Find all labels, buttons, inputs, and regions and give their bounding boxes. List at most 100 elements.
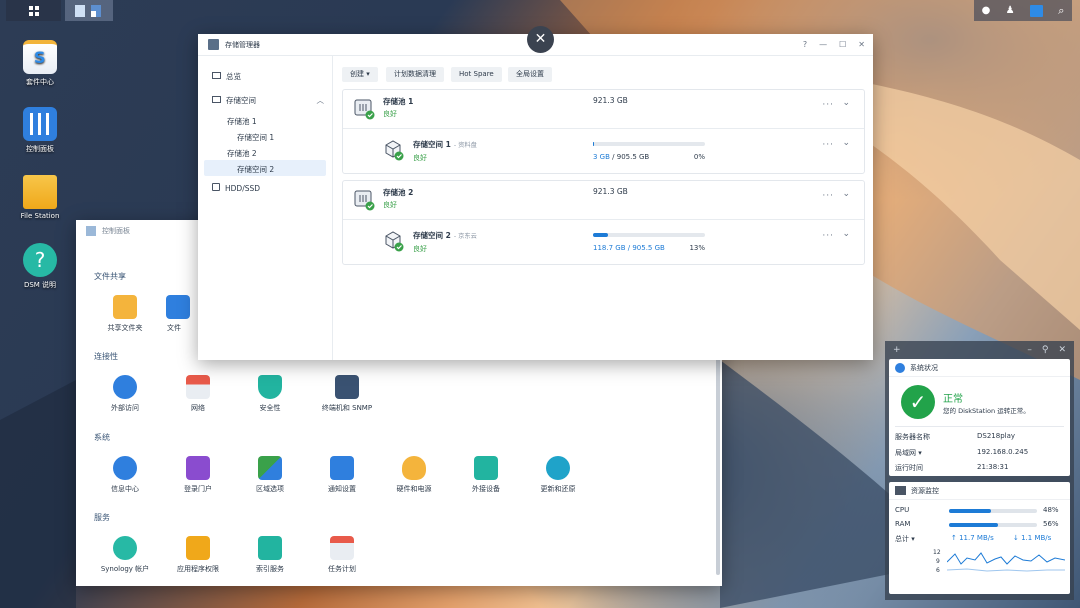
cp-item-shared-folder[interactable]: 共享文件夹 <box>90 295 160 333</box>
window-title: 控制面板 <box>102 227 130 235</box>
item-label: 信息中心 <box>111 485 139 493</box>
close-floating-button[interactable]: ✕ <box>527 26 554 53</box>
sidebar-item-hdd-ssd[interactable]: HDD/SSD <box>212 183 260 193</box>
scrollbar[interactable] <box>716 355 720 575</box>
network-total-label[interactable]: 总计 ▾ <box>895 534 915 544</box>
message-icon[interactable]: ● <box>982 5 991 16</box>
y-tick: 9 <box>936 558 940 565</box>
sidebar-label: HDD/SSD <box>225 184 261 193</box>
used: 3 GB <box>593 153 610 161</box>
close-window-button[interactable]: ✕ <box>858 40 865 49</box>
section-title-connectivity: 连接性 <box>94 352 118 361</box>
help-button[interactable]: ? <box>803 40 807 49</box>
cp-item-hardware-power[interactable]: 硬件和电源 <box>379 456 449 494</box>
desktop-icon-file-station[interactable]: File Station <box>5 175 75 220</box>
global-settings-button[interactable]: 全局设置 <box>508 67 552 82</box>
volume-row[interactable]: 存储空间 2- 京东云 良好 118.7 GB / 905.5 GB 13% ·… <box>343 221 866 263</box>
cp-item-terminal-snmp[interactable]: 终端机和 SNMP <box>307 375 387 413</box>
desktop-icon-package-center[interactable]: S 套件中心 <box>5 40 75 87</box>
sidebar-item-volume-2[interactable]: 存储空间 2 <box>204 160 326 176</box>
create-button[interactable]: 创建 ▾ <box>342 67 378 82</box>
item-label: 外接设备 <box>472 485 500 493</box>
cp-item-task-scheduler[interactable]: 任务计划 <box>307 536 377 574</box>
sidebar-item-storage[interactable]: 存储空间 ︿ <box>212 95 324 106</box>
window-title: 存储管理器 <box>225 40 260 49</box>
desktop-icon-dsm-help[interactable]: ? DSM 说明 <box>5 243 75 290</box>
cp-item-notification[interactable]: 通知设置 <box>307 456 377 494</box>
sidebar-item-volume-1[interactable]: 存储空间 1 <box>237 132 274 143</box>
close-widget-icon[interactable]: ✕ <box>1058 345 1066 355</box>
pool-row[interactable]: 存储池 2 良好 921.3 GB ··· ⌄ <box>343 181 866 223</box>
search-icon[interactable]: ⌕ <box>1058 4 1064 18</box>
ram-bar <box>949 523 1037 527</box>
sidebar-label: 存储空间 <box>226 96 256 105</box>
schedule-scrubbing-button[interactable]: 计划数据清理 <box>386 67 444 82</box>
storage-icon <box>212 96 221 103</box>
chevron-down-icon[interactable]: ⌄ <box>842 138 850 148</box>
control-panel-title-icon <box>86 226 96 236</box>
add-widget-icon[interactable]: + <box>893 345 901 355</box>
pool-icon <box>353 189 375 211</box>
hot-spare-button[interactable]: Hot Spare <box>451 67 502 82</box>
more-icon[interactable]: ··· <box>822 231 834 241</box>
pool-name: 存储池 1 <box>383 97 414 106</box>
divider <box>343 128 864 129</box>
cp-item-external-devices[interactable]: 外接设备 <box>451 456 521 494</box>
cp-item-indexing[interactable]: 索引服务 <box>235 536 305 574</box>
sidebar-item-pool-1[interactable]: 存储池 1 <box>227 116 257 127</box>
volume-name: 存储空间 1- 资料盘 <box>413 139 477 150</box>
chevron-up-icon[interactable]: ︿ <box>317 95 325 106</box>
lan-label[interactable]: 局域网 ▾ <box>895 448 922 458</box>
volume-icon <box>383 230 404 252</box>
maximize-button[interactable]: ☐ <box>839 40 846 49</box>
user-icon[interactable]: ♟ <box>1006 5 1015 16</box>
cp-item-external-access[interactable]: 外部访问 <box>90 375 160 413</box>
minimize-widget-icon[interactable]: – <box>1027 345 1032 355</box>
cp-item-file-services[interactable]: 文件 <box>154 295 194 333</box>
sidebar-item-pool-2[interactable]: 存储池 2 <box>227 148 257 159</box>
chevron-down-icon[interactable]: ⌄ <box>842 189 850 199</box>
cp-item-login-portal[interactable]: 登录门户 <box>163 456 233 494</box>
storage-manager-icon <box>208 39 219 50</box>
desktop-icon-control-panel[interactable]: 控制面板 <box>5 107 75 154</box>
cp-item-network[interactable]: 网络 <box>163 375 233 413</box>
chevron-down-icon[interactable]: ⌄ <box>842 229 850 239</box>
storage-manager-window: 存储管理器 ? — ☐ ✕ 总览 存储空间 ︿ 存储池 1 存储空间 1 存储池 … <box>198 34 873 360</box>
ram-percent: 56% <box>1043 520 1059 528</box>
more-icon[interactable]: ··· <box>822 191 834 201</box>
usage-sep: / <box>627 244 631 252</box>
total: 905.5 GB <box>616 153 650 161</box>
cpu-fill <box>949 509 992 513</box>
sidebar-label: 存储池 2 <box>227 149 257 158</box>
widgets-icon[interactable] <box>1029 4 1043 17</box>
pool-row[interactable]: 存储池 1 良好 921.3 GB ··· ⌄ <box>343 90 866 132</box>
indexing-icon <box>258 536 282 560</box>
volume-icon <box>383 139 404 161</box>
chevron-down-icon[interactable]: ⌄ <box>842 98 850 108</box>
volume-percent: 0% <box>693 153 705 161</box>
shield-icon <box>258 375 282 399</box>
cp-item-update-restore[interactable]: 更新和还原 <box>523 456 593 494</box>
external-device-icon <box>474 456 498 480</box>
more-icon[interactable]: ··· <box>822 140 834 150</box>
cp-item-security[interactable]: 安全性 <box>235 375 305 413</box>
minimize-button[interactable]: — <box>819 40 827 49</box>
cp-item-synology-account[interactable]: Synology 帐户 <box>90 536 160 574</box>
download-rate: ↓ 1.1 MB/s <box>1013 534 1052 542</box>
pool-card-2: 存储池 2 良好 921.3 GB ··· ⌄ 存储空间 2- 京东云 良好 1… <box>342 180 865 265</box>
item-label: 共享文件夹 <box>107 324 143 332</box>
widget-header: 系统状况 <box>889 359 1070 377</box>
volume-row[interactable]: 存储空间 1- 资料盘 良好 3 GB / 905.5 GB 0% ··· ⌄ <box>343 130 866 172</box>
cp-item-regional-options[interactable]: 区域选项 <box>235 456 305 494</box>
more-icon[interactable]: ··· <box>822 100 834 110</box>
taskbar-app-control-panel[interactable] <box>65 0 113 21</box>
item-label: 登录门户 <box>184 485 212 493</box>
usage-sep: / <box>612 153 615 161</box>
cp-item-info-center[interactable]: 信息中心 <box>90 456 160 494</box>
pin-icon[interactable]: ⚲ <box>1042 345 1049 355</box>
item-label: Synology 帐户 <box>100 565 150 573</box>
cp-item-app-privileges[interactable]: 应用程序权限 <box>163 536 233 574</box>
item-label: 索引服务 <box>256 565 284 573</box>
sidebar-item-overview[interactable]: 总览 <box>212 71 241 82</box>
main-menu-button[interactable] <box>6 0 61 21</box>
